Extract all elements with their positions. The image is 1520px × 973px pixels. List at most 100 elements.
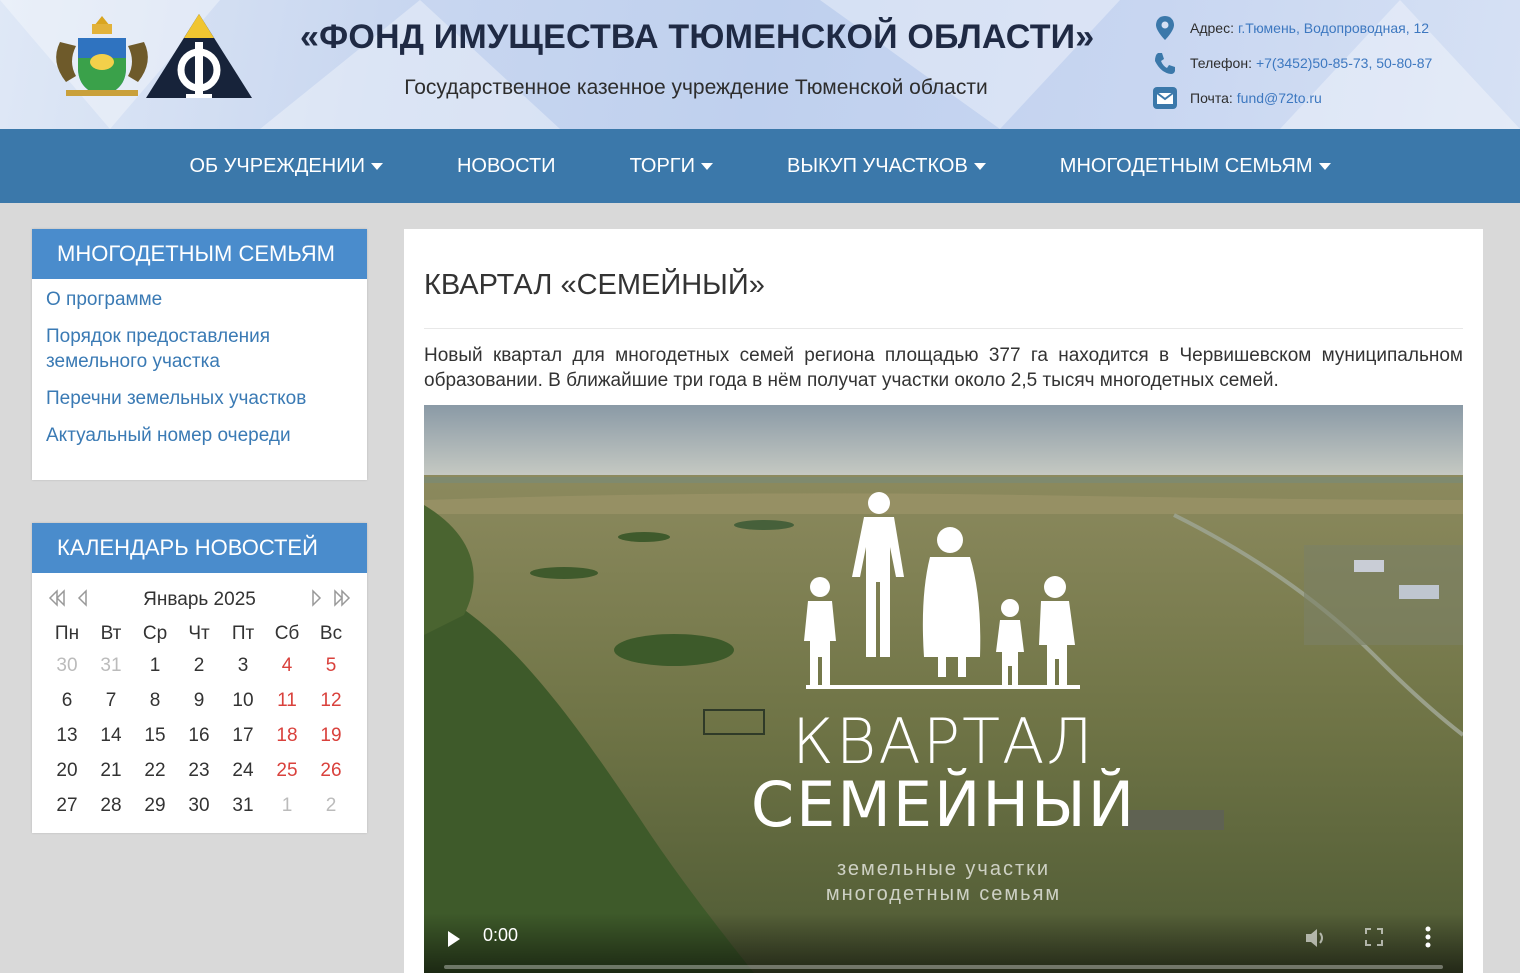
mail-row: Почта: fund@72to.ru [1152,80,1512,115]
calendar-day[interactable]: 21 [89,754,133,789]
calendar-day[interactable]: 30 [45,649,89,684]
coat-of-arms-icon[interactable] [46,12,158,100]
calendar-day[interactable]: 2 [309,789,353,824]
calendar-weekday: Вт [100,623,122,644]
mail-link[interactable]: fund@72to.ru [1237,90,1322,106]
calendar-weekday: Пт [231,623,255,644]
calendar-day[interactable]: 13 [45,719,89,754]
mail-icon [1152,85,1178,111]
calendar-day[interactable]: 4 [265,649,309,684]
contacts-block: Адрес: г.Тюмень, Водопроводная, 12 Телеф… [1152,10,1512,115]
calendar-day[interactable]: 30 [177,789,221,824]
video-title-line2: СЕМЕЙНЫЙ [750,768,1137,841]
fullscreen-icon[interactable] [1364,927,1384,952]
calendar-day[interactable]: 31 [221,789,265,824]
calendar-day[interactable]: 5 [309,649,353,684]
intro-text: Новый квартал для многодетных семей реги… [424,345,1463,391]
prev-year-icon[interactable] [48,588,66,612]
news-calendar-widget: КАЛЕНДАРЬ НОВОСТЕЙ Январь 2025 Пн Вт Ср Чт П… [32,523,367,833]
sidebar-menu: О программе Порядок предоставления земел… [32,279,367,474]
fund-logo-icon[interactable] [144,12,254,100]
main-content: КВАРТАЛ «СЕМЕЙНЫЙ» Новый квартал для мно… [404,229,1483,973]
video-progress-bar[interactable] [444,965,1443,969]
calendar-day[interactable]: 1 [133,649,177,684]
video-subtitle-line2: многодетным семьям [825,883,1062,905]
nav-item-label: ВЫКУП УЧАСТКОВ [786,154,968,177]
volume-icon[interactable] [1304,927,1328,954]
nav-item-label: МНОГОДЕТНЫМ СЕМЬЯМ [1059,154,1313,177]
calendar-day[interactable]: 26 [309,754,353,789]
calendar-day[interactable]: 3 [221,649,265,684]
calendar-weekday: Сб [274,623,300,644]
caret-down-icon [973,162,986,170]
calendar-day[interactable]: 23 [177,754,221,789]
page-title: КВАРТАЛ «СЕМЕЙНЫЙ» [424,269,765,301]
calendar-day[interactable]: 11 [265,684,309,719]
nav-item-large-families[interactable]: МНОГОДЕТНЫМ СЕМЬЯМ [1060,155,1331,178]
sidebar-item-queue-number[interactable]: Актуальный номер очереди [46,423,353,448]
caret-down-icon [370,162,383,170]
prev-month-icon[interactable] [74,588,92,612]
nav-item-news[interactable]: НОВОСТИ [457,155,556,178]
nav-item-label: НОВОСТИ [456,154,556,177]
nav-item-land-buyout[interactable]: ВЫКУП УЧАСТКОВ [787,155,986,178]
calendar-weekday: Чт [188,623,210,644]
calendar-day[interactable]: 18 [265,719,309,754]
calendar-month: Январь 2025 [143,589,256,610]
calendar-day[interactable]: 29 [133,789,177,824]
address-row: Адрес: г.Тюмень, Водопроводная, 12 [1152,10,1512,45]
caret-down-icon [700,162,713,170]
play-icon[interactable] [448,931,460,947]
calendar-day[interactable]: 15 [133,719,177,754]
nav-item-about[interactable]: ОБ УЧРЕЖДЕНИИ [189,155,383,178]
next-month-icon[interactable] [307,588,325,612]
calendar-weekday: Пн [54,623,80,644]
calendar-day[interactable]: 31 [89,649,133,684]
calendar-header: Январь 2025 [32,573,367,613]
sidebar-item-program[interactable]: О программе [46,287,353,312]
more-options-icon[interactable] [1424,925,1432,954]
phone-icon [1152,50,1178,76]
calendar-day[interactable]: 12 [309,684,353,719]
next-year-icon[interactable] [333,588,351,612]
calendar-day[interactable]: 27 [45,789,89,824]
calendar-day[interactable]: 24 [221,754,265,789]
calendar-day[interactable]: 28 [89,789,133,824]
main-nav: ОБ УЧРЕЖДЕНИИ НОВОСТИ ТОРГИ ВЫКУП УЧАСТК… [0,129,1520,203]
video-player[interactable]: КВАРТАЛ СЕМЕЙНЫЙ земельные участки много… [424,405,1463,973]
phone-label: Телефон: [1190,54,1252,71]
sidebar-menu-title: МНОГОДЕТНЫМ СЕМЬЯМ [32,229,367,279]
calendar-day[interactable]: 8 [133,684,177,719]
sidebar-item-procedure[interactable]: Порядок предоставления земельного участк… [46,324,353,374]
sidebar-item-land-lists[interactable]: Перечни земельных участков [46,386,353,411]
sidebar-menu-widget: МНОГОДЕТНЫМ СЕМЬЯМ О программе Порядок п… [32,229,367,480]
nav-item-auctions[interactable]: ТОРГИ [630,155,713,178]
video-controls: 0:00 [424,913,1463,973]
calendar-day[interactable]: 19 [309,719,353,754]
video-time: 0:00 [483,925,519,945]
calendar-day[interactable]: 22 [133,754,177,789]
map-pin-icon [1152,15,1178,41]
title-divider [424,328,1463,329]
calendar-day[interactable]: 14 [89,719,133,754]
calendar-day[interactable]: 25 [265,754,309,789]
site-header: «ФОНД ИМУЩЕСТВА ТЮМЕНСКОЙ ОБЛАСТИ» Госуд… [0,0,1520,129]
address-label: Адрес: [1190,19,1234,36]
address-link[interactable]: г.Тюмень, Водопроводная, 12 [1238,20,1429,36]
calendar-weekday: Вс [319,623,343,644]
calendar-day[interactable]: 20 [45,754,89,789]
video-subtitle-line1: земельные участки [836,858,1051,880]
phone-link[interactable]: +7(3452)50-85-73, 50-80-87 [1256,55,1432,71]
calendar-day[interactable]: 2 [177,649,221,684]
calendar-day[interactable]: 10 [221,684,265,719]
calendar-weekday: Ср [142,623,168,644]
phone-row: Телефон: +7(3452)50-85-73, 50-80-87 [1152,45,1512,80]
calendar-day[interactable]: 6 [45,684,89,719]
calendar-day[interactable]: 1 [265,789,309,824]
calendar-title: КАЛЕНДАРЬ НОВОСТЕЙ [32,523,367,573]
calendar-day[interactable]: 17 [221,719,265,754]
calendar-grid: Пн Вт Ср Чт Пт Сб Вс 30 31 1 2 3 4 5 6 7 8 9 10 11 12 13 14 15 1… [32,613,367,824]
calendar-day[interactable]: 9 [177,684,221,719]
calendar-day[interactable]: 16 [177,719,221,754]
calendar-day[interactable]: 7 [89,684,133,719]
